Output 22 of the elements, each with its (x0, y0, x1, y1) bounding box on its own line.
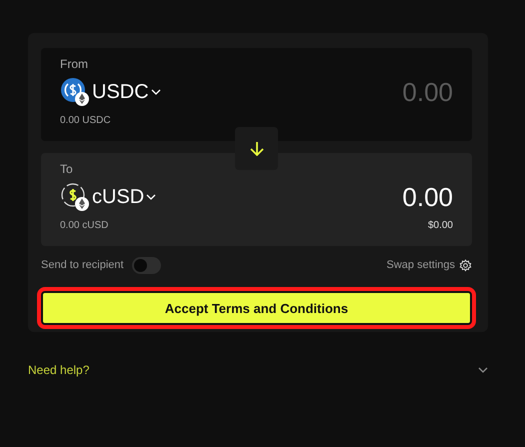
balance-text: 0.00 USDC (60, 115, 111, 126)
arrow-down-icon (250, 141, 264, 156)
token-selector[interactable]: USDC (60, 77, 161, 107)
swap-settings-label[interactable]: Swap settings (386, 259, 455, 271)
panel-label: To (60, 162, 73, 176)
chevron-down-icon (150, 89, 161, 95)
amount-value: 0.00 (402, 76, 453, 108)
balance-text: 0.00 cUSD (60, 220, 108, 231)
usd-value: $0.00 (428, 220, 453, 231)
chevron-down-icon (146, 194, 156, 200)
panel-label: From (60, 57, 88, 71)
cusd-coin-icon (60, 182, 90, 212)
need-help-link[interactable]: Need help? (28, 363, 90, 377)
recipient-toggle[interactable] (132, 256, 161, 274)
swap-direction-button[interactable] (235, 127, 278, 170)
help-toggle[interactable] (478, 367, 488, 373)
settings-icon[interactable] (459, 258, 472, 272)
token-selector[interactable]: cUSD (60, 182, 156, 212)
recipient-label: Send to recipient (41, 259, 124, 271)
usdc-coin-icon (60, 77, 90, 107)
amount-value: 0.00 (402, 182, 453, 212)
chevron-down-icon (478, 367, 488, 373)
